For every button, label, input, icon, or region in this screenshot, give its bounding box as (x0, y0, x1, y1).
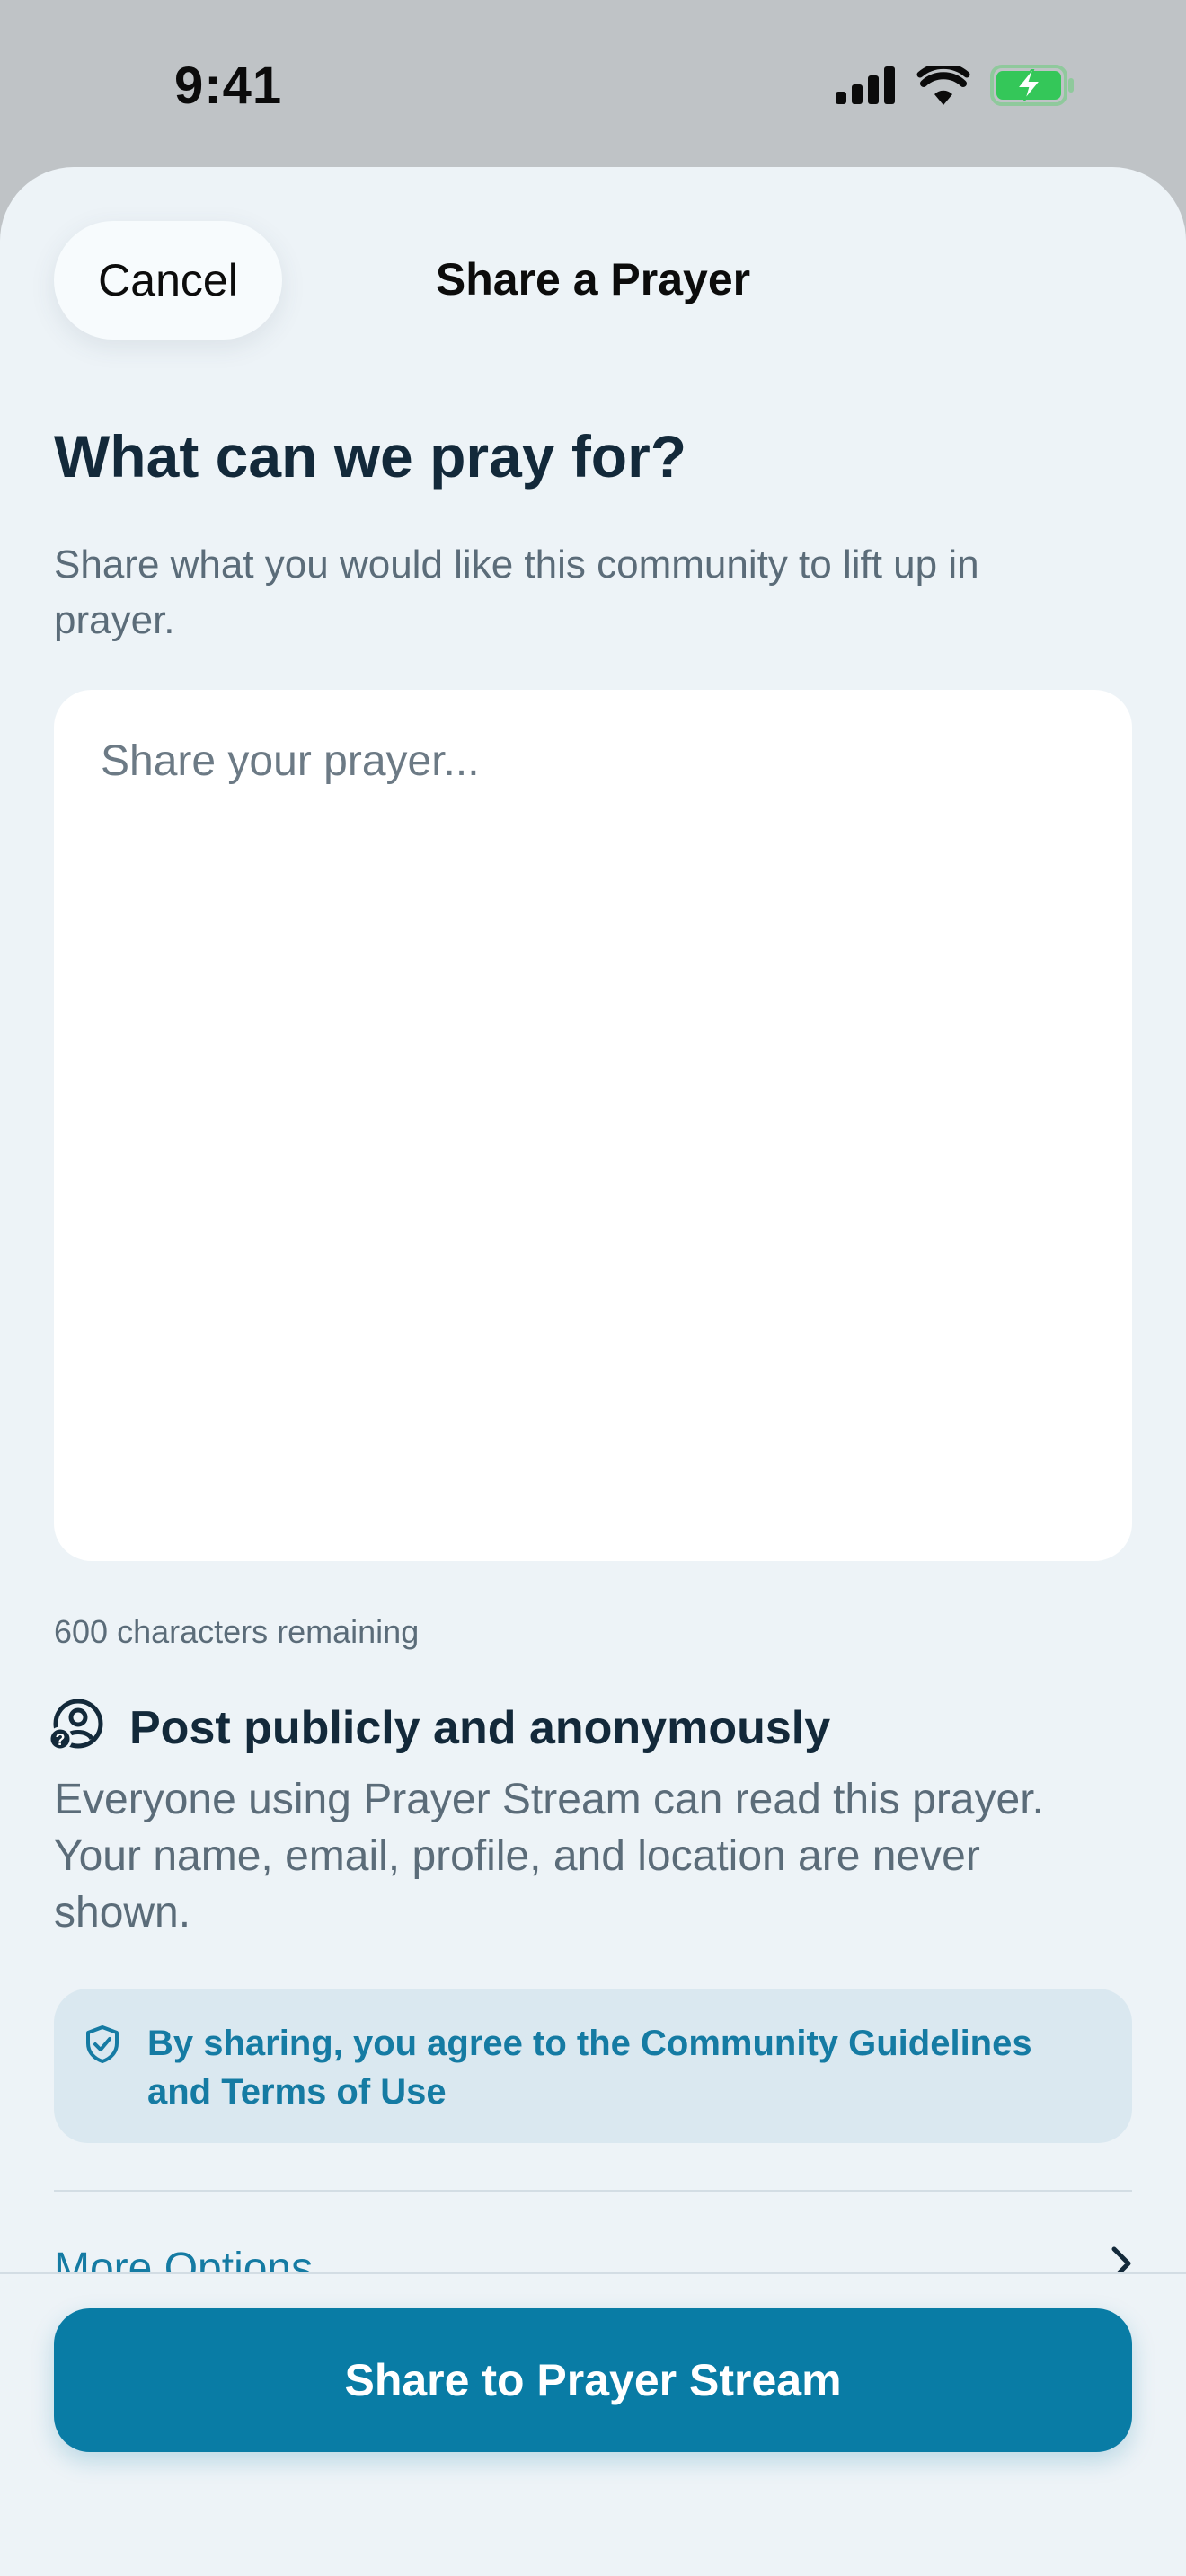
prayer-input[interactable] (54, 690, 1132, 1561)
bottom-action-bar: Share to Prayer Stream (0, 2272, 1186, 2576)
svg-text:?: ? (56, 1731, 66, 1749)
prompt-subtitle: Share what you would like this community… (54, 543, 979, 642)
status-icons (836, 62, 1076, 110)
prayer-input-container (54, 690, 1132, 1561)
status-time: 9:41 (174, 57, 283, 115)
anonymous-user-icon: ? (48, 1698, 104, 1756)
guidelines-notice: By sharing, you agree to the Community G… (54, 1989, 1132, 2143)
divider (54, 2190, 1132, 2192)
battery-charging-icon (990, 65, 1076, 110)
wifi-icon (916, 62, 970, 110)
visibility-description: Everyone using Prayer Stream can read th… (54, 1776, 1044, 1936)
visibility-option: ? Post publicly and anonymously (48, 1698, 831, 1756)
share-to-prayer-stream-button[interactable]: Share to Prayer Stream (54, 2308, 1132, 2452)
status-bar: 9:41 (0, 0, 1186, 171)
share-prayer-sheet: Cancel Share a Prayer What can we pray f… (0, 167, 1186, 2576)
visibility-title: Post publicly and anonymously (129, 1701, 831, 1754)
cellular-signal-icon (836, 66, 897, 109)
shield-check-icon (84, 2025, 120, 2069)
guidelines-link[interactable]: By sharing, you agree to the Community G… (147, 2019, 1100, 2116)
sheet-title: Share a Prayer (435, 254, 751, 304)
prompt-heading: What can we pray for? (54, 423, 687, 490)
character-count: 600 characters remaining (54, 1613, 420, 1650)
